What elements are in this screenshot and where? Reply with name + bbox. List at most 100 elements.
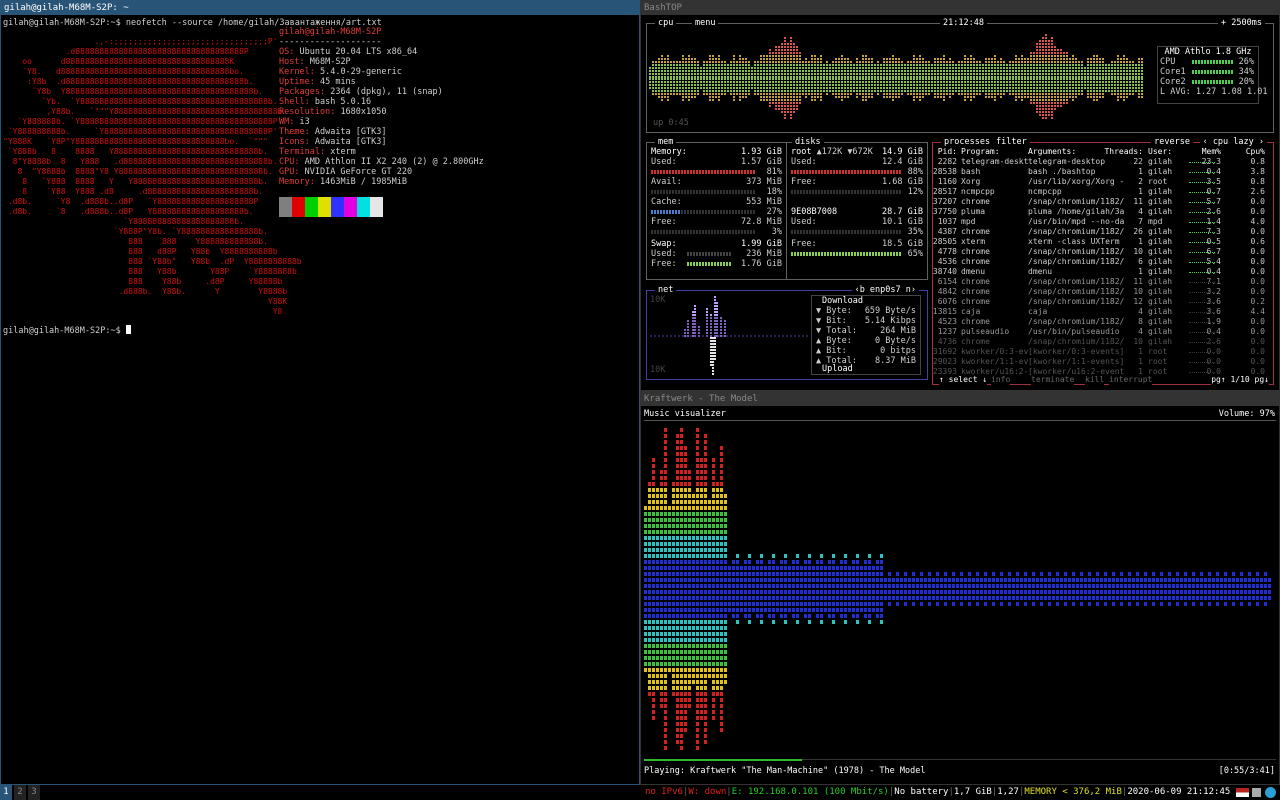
process-row[interactable]: 4387 chrome/snap/chromium/1182/26 gilah 7.3… — [937, 227, 1269, 237]
visualizer-bar-segment — [728, 578, 731, 582]
process-row[interactable]: 37207 chrome/snap/chromium/1182/11 gilah 5.… — [933, 197, 1269, 207]
bashtop-title-bar[interactable]: BashTOP — [641, 1, 1279, 15]
process-row[interactable]: 1237 pulseaudio/usr/bin/pulseaudio 4 gilah 0… — [937, 327, 1269, 337]
visualizer-bar-segment — [1072, 596, 1075, 600]
process-row[interactable]: 38740 dmenu dmenu 1 gilah 0.4 0.0 — [933, 267, 1269, 277]
cpu-graph-dot — [925, 64, 927, 66]
process-row[interactable]: 29023 kworker/1:1-ev [kworker/1:1-events] 1… — [933, 357, 1269, 367]
visualizer-bar-segment — [896, 578, 899, 582]
cpu-graph-dot — [1117, 70, 1119, 72]
process-row[interactable]: 28505 xterm xterm -class UXTerm 1 gilah 0.5 0.… — [933, 237, 1269, 247]
visualizer-bar-segment — [804, 596, 807, 600]
workspace-2[interactable]: 2 — [14, 785, 26, 800]
process-row[interactable]: 6076 chrome/snap/chromium/1182/12 gilah 3.6… — [937, 297, 1269, 307]
process-row[interactable]: 28517 ncmpcpp ncmpcpp 1 gilah 0.7 2.6 — [933, 187, 1269, 197]
cpu-graph-dot — [913, 61, 915, 63]
visualizer-bar-segment — [680, 740, 683, 744]
cpu-graph-dot — [766, 87, 768, 89]
bashtop-window[interactable]: BashTOP cpu menu 21:12:48 + 2500ms up 0:… — [640, 0, 1280, 391]
cpu-graph-dot — [880, 76, 882, 78]
interrupt-button[interactable]: interrupt — [1109, 375, 1153, 385]
select-button[interactable]: ↑ select ↓ — [939, 375, 988, 385]
sort-selector[interactable]: ‹ cpu lazy › — [1199, 137, 1267, 147]
visualizer-bar-segment — [656, 680, 659, 684]
visualizer-bar-segment — [696, 698, 699, 702]
visualizer-bar-segment — [680, 446, 683, 450]
cpu-graph-dot — [793, 84, 795, 86]
cpu-graph-dot — [868, 64, 870, 66]
visualizer-bar-segment — [684, 716, 687, 720]
kill-button[interactable]: kill — [1085, 375, 1105, 385]
process-row[interactable]: 4842 chrome/snap/chromium/1182/10 gilah 3.2… — [937, 287, 1269, 297]
cpu-graph-dot — [952, 90, 954, 92]
music-window[interactable]: Kraftwerk - The Model Music visualizer V… — [640, 391, 1280, 785]
cpu-graph-dot — [910, 81, 912, 83]
net-graph-dot — [710, 343, 712, 345]
visualizer-bar-segment — [712, 698, 715, 702]
process-row[interactable]: 4536 chrome/snap/chromium/1182/6 gilah 5.4 0… — [937, 257, 1269, 267]
process-row[interactable]: 2282 telegram-deskt telegram-desktop 22 gila… — [937, 157, 1269, 167]
cpu-graph-dot — [982, 84, 984, 86]
cpu-graph-dot — [796, 64, 798, 66]
process-row[interactable]: 6154 chrome/snap/chromium/1182/11 gilah 7.1… — [937, 277, 1269, 287]
visualizer-bar-segment — [856, 620, 859, 624]
visualizer-bar-segment — [712, 488, 715, 492]
cpu-graph-dot — [718, 67, 720, 69]
process-row[interactable]: 28538 bash bash ./bashtop 1 gilah 0.4 3.8 — [933, 167, 1269, 177]
cpu-graph-dot — [1051, 61, 1053, 63]
cpu-graph-dot — [781, 99, 783, 101]
cpu-graph-dot — [1111, 90, 1113, 92]
cpu-graph-dot — [1042, 67, 1044, 69]
volume[interactable]: Volume: 97% — [1219, 409, 1275, 419]
net-interface[interactable]: ‹b enp0s7 n› — [851, 285, 919, 295]
process-row[interactable]: 37750 pluma pluma /home/gilah/3a 4 gilah 2.6 0… — [933, 207, 1269, 217]
filter-button[interactable]: filter — [993, 137, 1030, 147]
visualizer-bar-segment — [664, 530, 667, 534]
net-graph-dot — [714, 340, 716, 342]
update-interval[interactable]: + 2500ms — [1218, 18, 1265, 28]
info-button[interactable]: info — [991, 375, 1011, 385]
process-row[interactable]: 13815 caja caja 4 gilah 3.6 4.4 — [933, 307, 1269, 317]
process-row[interactable]: 4523 chrome/snap/chromium/1182/8 gilah 1.9 0… — [937, 317, 1269, 327]
workspace-3[interactable]: 3 — [28, 785, 40, 800]
cpu-graph-dot — [979, 70, 981, 72]
net-graph-dot — [694, 314, 696, 316]
reverse-button[interactable]: reverse — [1151, 137, 1193, 147]
process-row[interactable]: 1160 Xorg/usr/lib/xorg/Xorg -2 root 3.5 0.8 — [937, 177, 1269, 187]
cpu-graph-dot — [709, 58, 711, 60]
process-row[interactable]: 4736 chrome/snap/chromium/1182/10 gilah 2.6… — [937, 337, 1269, 347]
terminal-title-bar[interactable]: gilah@gilah-M68M-S2P: ~ — [1, 1, 639, 15]
visualizer-bar-segment — [816, 578, 819, 582]
terminal-window[interactable]: gilah@gilah-M68M-S2P: ~ gilah@gilah-M68M… — [0, 0, 640, 785]
flag-icon[interactable] — [1236, 788, 1249, 797]
process-row[interactable]: 4778 chrome/snap/chromium/1182/10 gilah 6.7… — [937, 247, 1269, 257]
cpu-graph-dot — [1123, 67, 1125, 69]
process-header[interactable]: Pid: Program: Arguments: Threads: User: Mem% C… — [937, 147, 1269, 157]
visualizer-bar-segment — [1240, 572, 1243, 576]
visualizer-bar-segment — [1004, 596, 1007, 600]
prompt-line[interactable]: gilah@gilah-M68M-S2P:~$ — [3, 325, 131, 336]
cpu-graph-dot — [856, 78, 858, 80]
visualizer-bar-segment — [652, 656, 655, 660]
cpu-graph-dot — [691, 93, 693, 95]
workspace-1[interactable]: 1 — [0, 785, 12, 800]
cpu-graph-dot — [658, 90, 660, 92]
progress-bar[interactable] — [644, 758, 1276, 762]
visualizer-bar-segment — [1024, 584, 1027, 588]
visualizer-bar-segment — [1144, 590, 1147, 594]
visualizer-bar-segment — [676, 434, 679, 438]
process-row[interactable]: 31692 kworker/0:3-ev [kworker/0:3-events] 1… — [933, 347, 1269, 357]
music-title-bar[interactable]: Kraftwerk - The Model — [641, 392, 1279, 406]
process-row[interactable]: 1037 mpd/usr/bin/mpd --no-da 7 mpd 1.4 4.0 — [937, 217, 1269, 227]
visualizer-bar-segment — [684, 482, 687, 486]
visualizer-bar-segment — [1048, 578, 1051, 582]
visualizer-bar-segment — [816, 608, 819, 612]
telegram-tray-icon[interactable] — [1265, 787, 1276, 798]
visualizer-bar-segment — [668, 650, 671, 654]
process-table[interactable]: Pid: Program: Arguments: Threads: User: Mem% C… — [933, 147, 1269, 376]
tray-app-icon[interactable] — [1252, 788, 1261, 797]
terminate-button[interactable]: terminate — [1031, 375, 1075, 385]
menu-label[interactable]: menu — [692, 18, 719, 28]
page-indicator[interactable]: pg↑ 1/10 pg↓ — [1211, 375, 1269, 385]
visualizer-bar-segment — [660, 668, 663, 672]
